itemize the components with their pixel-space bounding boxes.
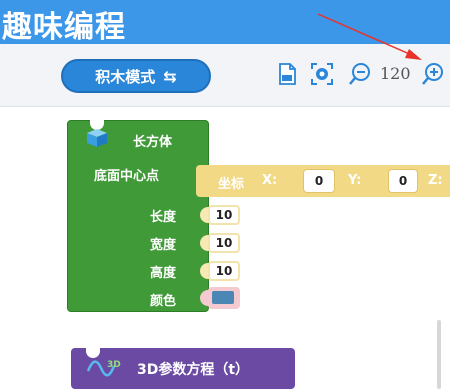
width-input[interactable]: 10 (208, 233, 240, 253)
cube-icon (87, 129, 107, 147)
color-swatch (212, 291, 234, 304)
x-value-input[interactable]: 0 (303, 169, 335, 193)
parametric-label: 3D参数方程（t） (137, 362, 250, 378)
color-label: 颜色 (150, 294, 177, 309)
z-label: Z: (428, 173, 443, 188)
width-label: 宽度 (150, 238, 177, 253)
height-label: 高度 (150, 266, 177, 281)
coordinate-label: 坐标 (218, 177, 245, 192)
length-label: 长度 (150, 210, 177, 225)
x-label: X: (262, 173, 278, 188)
cuboid-title: 长方体 (133, 135, 173, 150)
y-label: Y: (348, 173, 362, 188)
length-input[interactable]: 10 (208, 205, 240, 225)
base-center-label: 底面中心点 (94, 169, 160, 184)
wave-3d-icon: 3D (87, 360, 121, 377)
wave-icon-text: 3D (107, 360, 121, 370)
vertical-scrollbar[interactable] (437, 320, 441, 389)
y-value-input[interactable]: 0 (388, 169, 418, 193)
height-input[interactable]: 10 (208, 261, 240, 281)
